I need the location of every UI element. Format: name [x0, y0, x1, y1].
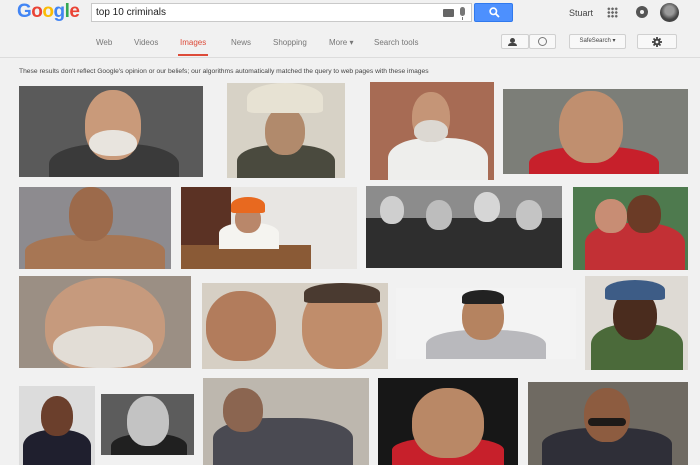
microphone-icon[interactable]: [460, 7, 465, 20]
keyboard-icon[interactable]: [443, 9, 454, 17]
globe-icon: [538, 37, 547, 46]
image-result[interactable]: [202, 283, 388, 369]
image-result[interactable]: [101, 394, 194, 455]
notifications-icon[interactable]: [636, 6, 648, 18]
search-input[interactable]: [96, 5, 426, 20]
disclaimer-text: These results don't reflect Google's opi…: [19, 68, 429, 75]
search-icon: [489, 7, 500, 18]
search-box[interactable]: [91, 3, 472, 22]
image-result[interactable]: [19, 386, 95, 465]
avatar[interactable]: [660, 3, 679, 22]
tab-web[interactable]: Web: [96, 38, 112, 47]
settings-button[interactable]: [637, 34, 677, 49]
top-bar: Google Stuart: [0, 0, 700, 28]
user-name-link[interactable]: Stuart: [569, 8, 593, 18]
search-button[interactable]: [474, 3, 513, 22]
logo-letter: o: [31, 1, 43, 22]
safesearch-dropdown[interactable]: SafeSearch ▾: [569, 34, 626, 49]
image-result[interactable]: [585, 276, 688, 370]
image-result[interactable]: [19, 276, 191, 368]
image-result[interactable]: [370, 82, 494, 180]
tab-images[interactable]: Images: [177, 38, 209, 56]
logo-letter: g: [53, 1, 66, 22]
image-result[interactable]: [366, 186, 562, 268]
image-result[interactable]: [528, 382, 688, 465]
image-result[interactable]: [19, 187, 171, 269]
person-icon: [508, 38, 517, 46]
tab-videos[interactable]: Videos: [134, 38, 158, 47]
google-logo[interactable]: Google: [17, 1, 80, 23]
personal-results-button[interactable]: [501, 34, 529, 49]
image-result[interactable]: [181, 187, 357, 269]
image-result[interactable]: [19, 86, 203, 177]
image-result[interactable]: [203, 378, 369, 465]
logo-letter: G: [17, 1, 32, 22]
image-result[interactable]: [573, 187, 688, 270]
image-result[interactable]: [503, 89, 688, 174]
tab-news[interactable]: News: [231, 38, 251, 47]
search-nav-bar: Web Videos Images News Shopping More ▾ S…: [0, 29, 700, 58]
image-result[interactable]: [396, 288, 576, 359]
tab-search-tools[interactable]: Search tools: [374, 38, 418, 47]
tab-shopping[interactable]: Shopping: [273, 38, 307, 47]
image-result[interactable]: [378, 378, 518, 465]
apps-grid-icon[interactable]: [607, 7, 618, 18]
image-result[interactable]: [227, 83, 345, 178]
logo-letter: e: [69, 1, 80, 22]
gear-icon: [652, 37, 662, 47]
tab-more[interactable]: More ▾: [329, 38, 353, 47]
hide-personal-results-button[interactable]: [529, 34, 556, 49]
logo-letter: o: [42, 1, 54, 22]
